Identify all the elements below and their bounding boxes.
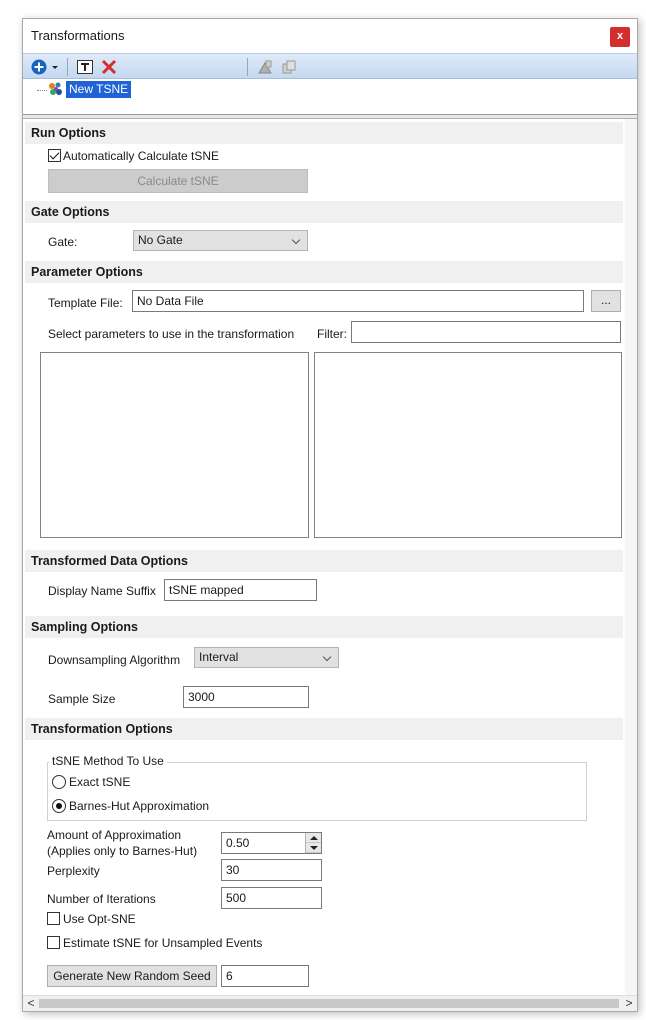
chevron-down-icon: [291, 235, 301, 245]
export-icon[interactable]: [255, 57, 275, 77]
opt-sne-label: Use Opt-SNE: [63, 912, 136, 926]
iterations-label: Number of Iterations: [47, 892, 156, 906]
browse-button[interactable]: ...: [591, 290, 621, 312]
sample-size-label: Sample Size: [48, 692, 116, 706]
estimate-unsampled-label: Estimate tSNE for Unsampled Events: [63, 936, 263, 950]
gate-select-value: No Gate: [138, 233, 183, 247]
display-name-suffix-label: Display Name Suffix: [48, 584, 156, 598]
approximation-value: 0.50: [226, 836, 250, 850]
estimate-unsampled-checkbox[interactable]: [47, 936, 60, 949]
scroll-left-arrow[interactable]: <: [23, 996, 39, 1011]
section-parameter-options: Parameter Options: [25, 261, 623, 283]
window-title: Transformations: [31, 28, 125, 43]
filter-label: Filter:: [317, 327, 347, 341]
title-bar: Transformations x: [23, 19, 637, 53]
barnes-hut-label: Barnes-Hut Approximation: [69, 799, 210, 813]
approximation-stepper[interactable]: 0.50: [221, 832, 322, 854]
perplexity-input[interactable]: 30: [221, 859, 322, 881]
select-parameters-label: Select parameters to use in the transfor…: [48, 327, 295, 341]
delete-icon[interactable]: [99, 57, 119, 77]
selected-parameters-list[interactable]: [314, 352, 622, 538]
generate-random-seed-button[interactable]: Generate New Random Seed: [47, 965, 217, 987]
toolbar-separator: [67, 58, 68, 76]
scrollbar-thumb[interactable]: [39, 999, 619, 1008]
vertical-scrollbar[interactable]: [625, 119, 637, 995]
options-panel: Run Options Automatically Calculate tSNE…: [23, 119, 637, 995]
gate-label: Gate:: [48, 235, 78, 249]
section-run-options: Run Options: [25, 122, 623, 144]
copy-icon[interactable]: [279, 57, 299, 77]
template-file-input[interactable]: No Data File: [132, 290, 584, 312]
tsne-method-group-title: tSNE Method To Use: [49, 754, 167, 768]
section-transformed-data-options: Transformed Data Options: [25, 550, 623, 572]
auto-calc-checkbox[interactable]: [48, 149, 61, 162]
display-name-suffix-input[interactable]: tSNE mapped: [164, 579, 317, 601]
section-transformation-options: Transformation Options: [25, 718, 623, 740]
approximation-label: Amount of Approximation: [47, 828, 182, 842]
toolbar-separator: [247, 58, 248, 76]
section-gate-options: Gate Options: [25, 201, 623, 223]
random-seed-input[interactable]: 6: [221, 965, 309, 987]
transformation-tree: New TSNE: [23, 79, 637, 115]
toolbar: [23, 53, 637, 79]
scroll-right-arrow[interactable]: >: [621, 996, 637, 1011]
barnes-hut-radio[interactable]: [52, 799, 66, 813]
available-parameters-list[interactable]: [40, 352, 309, 538]
close-button[interactable]: x: [610, 27, 630, 47]
perplexity-label: Perplexity: [47, 864, 100, 878]
tree-connector: [37, 90, 47, 91]
approximation-sublabel: (Applies only to Barnes-Hut): [47, 844, 198, 858]
filter-input[interactable]: [351, 321, 621, 343]
dropdown-arrow-icon[interactable]: [49, 57, 61, 77]
exact-tsne-label: Exact tSNE: [69, 775, 131, 789]
add-icon[interactable]: [29, 57, 49, 77]
calculate-tsne-button[interactable]: Calculate tSNE: [48, 169, 308, 193]
chevron-down-icon: [322, 652, 332, 662]
tree-item-new-tsne[interactable]: New TSNE: [66, 81, 132, 98]
iterations-input[interactable]: 500: [221, 887, 322, 909]
section-sampling-options: Sampling Options: [25, 616, 623, 638]
spin-up-icon[interactable]: [306, 833, 321, 843]
auto-calc-label: Automatically Calculate tSNE: [63, 149, 220, 163]
opt-sne-checkbox[interactable]: [47, 912, 60, 925]
approximation-spin-buttons[interactable]: [305, 833, 321, 853]
downsampling-algorithm-label: Downsampling Algorithm: [48, 653, 181, 667]
transformations-window: Transformations x New TSNE Run Options A…: [22, 18, 638, 1012]
gate-select[interactable]: No Gate: [133, 230, 308, 251]
template-file-label: Template File:: [48, 296, 123, 310]
downsampling-algorithm-select[interactable]: Interval: [194, 647, 339, 668]
spin-down-icon[interactable]: [306, 843, 321, 853]
rename-icon[interactable]: [75, 57, 95, 77]
tsne-node-icon: [47, 81, 64, 101]
horizontal-scrollbar[interactable]: < >: [23, 995, 637, 1011]
downsampling-algorithm-value: Interval: [199, 650, 239, 664]
sample-size-input[interactable]: 3000: [183, 686, 309, 708]
exact-tsne-radio[interactable]: [52, 775, 66, 789]
